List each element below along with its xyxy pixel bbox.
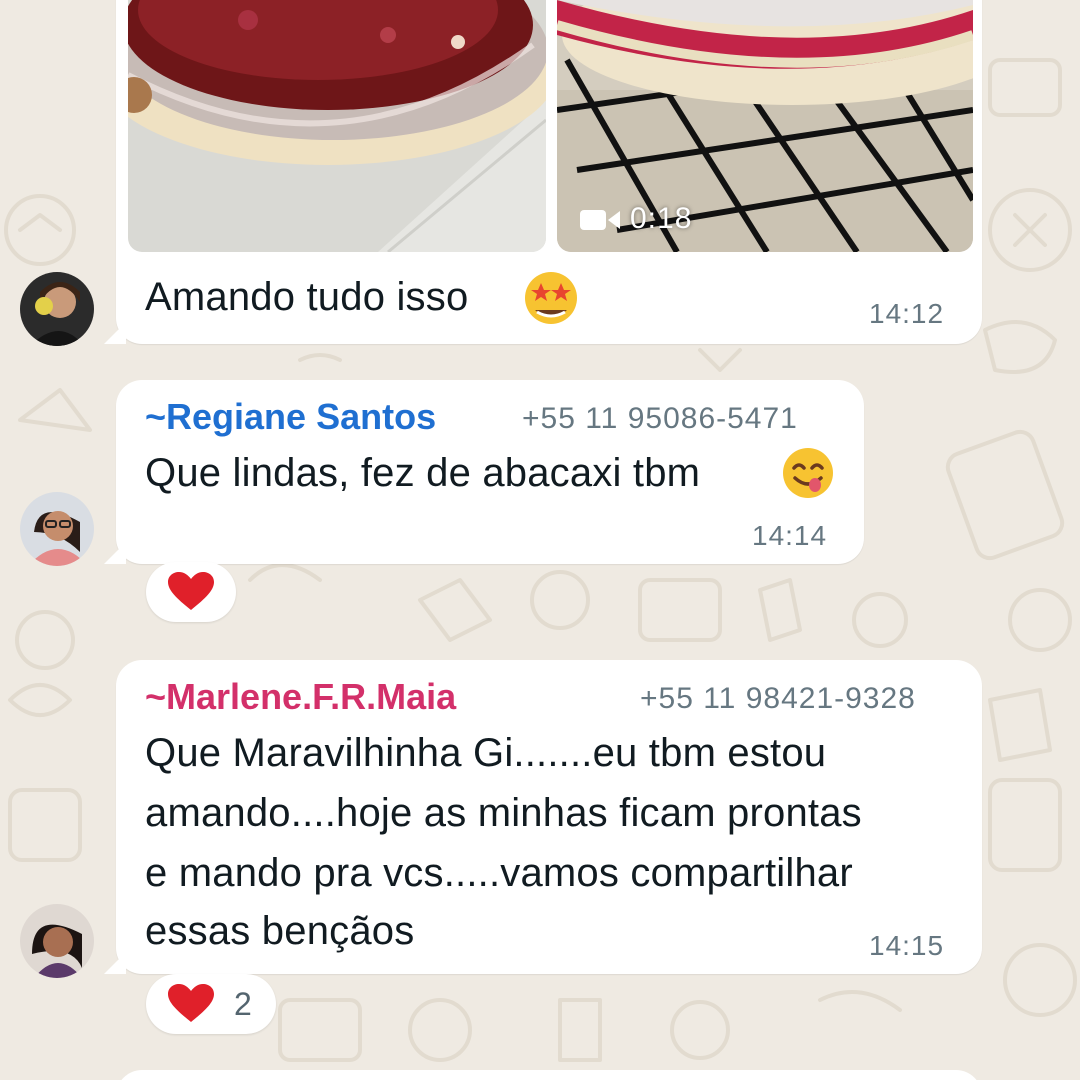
reaction-count: 2 — [234, 986, 252, 1022]
avatar[interactable] — [20, 272, 94, 346]
message-text: Amando tudo isso — [145, 275, 469, 319]
message-text-line: essas bençãos — [145, 909, 415, 953]
sender-phone[interactable]: +55 11 95086-5471 — [522, 402, 798, 436]
yum-face-emoji — [783, 448, 833, 498]
message-text: Que lindas, fez de abacaxi tbm — [145, 451, 701, 495]
red-heart-emoji — [168, 572, 214, 610]
message-text-line: e mando pra vcs.....vamos compartilhar — [145, 851, 853, 895]
dessert-photo-image — [128, 0, 546, 252]
message-bubble-next[interactable] — [116, 1070, 982, 1080]
bubble-tail — [104, 952, 126, 974]
message-timestamp: 14:14 — [752, 520, 828, 551]
dessert-photo[interactable] — [128, 0, 546, 252]
sender-name[interactable]: ~Regiane Santos — [145, 396, 436, 438]
star-struck-emoji — [525, 272, 577, 324]
message-text-line: Que Maravilhinha Gi.......eu tbm estou — [145, 731, 827, 775]
bubble-tail — [104, 322, 126, 344]
message-timestamp: 14:15 — [869, 930, 945, 961]
sender-phone[interactable]: +55 11 98421-9328 — [640, 682, 916, 716]
bubble-tail — [104, 542, 126, 564]
chat-view: 0:18 Amando tudo isso 14:12 ~Regiane San… — [0, 0, 1080, 1080]
video-camera-icon — [580, 210, 620, 230]
red-heart-emoji — [168, 984, 214, 1022]
message-text-line: amando....hoje as minhas ficam prontas — [145, 791, 862, 835]
avatar[interactable] — [20, 492, 94, 566]
message-timestamp: 14:12 — [869, 298, 945, 329]
sender-name[interactable]: ~Marlene.F.R.Maia — [145, 676, 456, 718]
avatar[interactable] — [20, 904, 94, 978]
video-duration: 0:18 — [630, 202, 693, 235]
